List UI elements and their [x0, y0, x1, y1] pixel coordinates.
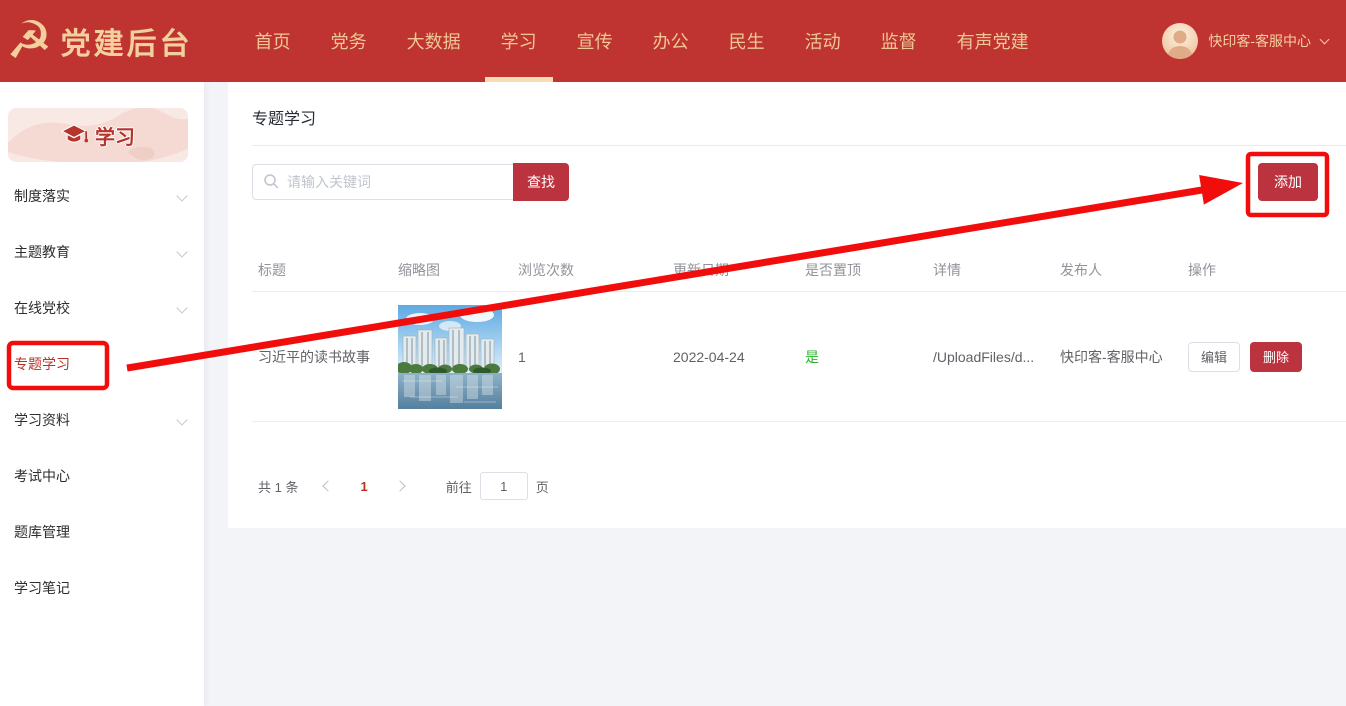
- nav-item-study[interactable]: 学习: [481, 0, 557, 82]
- nav-item-publicity[interactable]: 宣传: [557, 0, 633, 82]
- sidebar-menu: 制度落实 主题教育 在线党校 专题学习 学习资料 考试中心 题库: [0, 168, 204, 616]
- graduation-cap-icon: [61, 124, 88, 147]
- sidebar-item-exam-center[interactable]: 考试中心: [0, 448, 204, 504]
- page-title: 专题学习: [252, 105, 1346, 129]
- sidebar-item-online-party-school[interactable]: 在线党校: [0, 280, 204, 336]
- user-menu[interactable]: 快印客-客服中心: [1162, 23, 1328, 59]
- nav-item-office[interactable]: 办公: [633, 0, 709, 82]
- chevron-down-icon: [176, 414, 187, 425]
- cell-date: 2022-04-24: [667, 349, 799, 365]
- party-emblem-icon: ☭: [6, 15, 53, 67]
- sidebar-item-study-notes[interactable]: 学习笔记: [0, 560, 204, 616]
- table-header-row: 标题 缩略图 浏览次数 更新日期 是否置顶 详情 发布人 操作: [252, 249, 1346, 292]
- pagination-unit-label: 页: [536, 477, 549, 496]
- avatar: [1162, 23, 1198, 59]
- cell-thumbnail: [392, 305, 512, 409]
- col-header-detail: 详情: [927, 260, 1054, 280]
- chevron-right-icon[interactable]: [394, 480, 405, 491]
- nav-item-supervision[interactable]: 监督: [861, 0, 937, 82]
- nav-item-livelihood[interactable]: 民生: [709, 0, 785, 82]
- col-header-views: 浏览次数: [512, 260, 667, 280]
- pagination: 共 1 条 1 前往 页: [258, 472, 1346, 500]
- sidebar-item-label: 制度落实: [14, 186, 70, 206]
- sidebar-item-system-implementation[interactable]: 制度落实: [0, 168, 204, 224]
- col-header-date: 更新日期: [667, 260, 799, 280]
- topic-table: 标题 缩略图 浏览次数 更新日期 是否置顶 详情 发布人 操作 习近平的读书故事: [252, 249, 1346, 422]
- sidebar-item-label: 主题教育: [14, 242, 70, 262]
- col-header-pinned: 是否置顶: [799, 260, 927, 280]
- search-icon: [263, 173, 279, 189]
- search-button[interactable]: 查找: [513, 163, 569, 201]
- cell-pinned: 是: [799, 347, 927, 367]
- pagination-goto-label: 前往: [446, 477, 472, 496]
- cell-title: 习近平的读书故事: [252, 347, 392, 367]
- sidebar: 学习 制度落实 主题教育 在线党校 专题学习 学习资料 考: [0, 82, 204, 706]
- delete-button[interactable]: 删除: [1250, 342, 1302, 372]
- col-header-thumbnail: 缩略图: [392, 260, 512, 280]
- main-content: 专题学习 查找 添加 标题 缩略图 浏览次数 更新日期 是否置顶 详情 发布: [228, 82, 1346, 528]
- search-input[interactable]: [252, 164, 514, 200]
- chevron-down-icon: [176, 246, 187, 257]
- user-name: 快印客-客服中心: [1208, 31, 1311, 51]
- chevron-left-icon[interactable]: [323, 480, 334, 491]
- chevron-down-icon: [176, 190, 187, 201]
- nav-item-home[interactable]: 首页: [235, 0, 311, 82]
- cell-views: 1: [512, 349, 667, 365]
- sidebar-item-label: 考试中心: [14, 466, 70, 486]
- add-button[interactable]: 添加: [1258, 163, 1318, 201]
- pagination-total: 共 1 条: [258, 477, 298, 496]
- chevron-down-icon: [176, 302, 187, 313]
- col-header-title: 标题: [252, 260, 392, 280]
- sidebar-item-question-bank[interactable]: 题库管理: [0, 504, 204, 560]
- top-navbar: ☭ 党建后台 首页 党务 大数据 学习 宣传 办公 民生 活动 监督 有声党建: [0, 0, 1346, 82]
- sidebar-banner: 学习: [8, 108, 188, 162]
- nav-item-big-data[interactable]: 大数据: [387, 0, 481, 82]
- nav-item-activity[interactable]: 活动: [785, 0, 861, 82]
- sidebar-banner-label: 学习: [95, 121, 135, 150]
- sidebar-item-label: 在线党校: [14, 298, 70, 318]
- sidebar-item-study-materials[interactable]: 学习资料: [0, 392, 204, 448]
- app-title: 党建后台: [61, 19, 193, 63]
- app-logo: ☭ 党建后台: [4, 15, 193, 67]
- pagination-page-1[interactable]: 1: [360, 479, 367, 494]
- chevron-down-icon: [1320, 34, 1330, 44]
- sidebar-item-label: 学习笔记: [14, 578, 70, 598]
- cell-publisher: 快印客-客服中心: [1054, 347, 1182, 367]
- col-header-actions: 操作: [1182, 260, 1346, 280]
- app-root: ☭ 党建后台 首页 党务 大数据 学习 宣传 办公 民生 活动 监督 有声党建: [0, 0, 1346, 706]
- nav-item-party-affairs[interactable]: 党务: [311, 0, 387, 82]
- sidebar-item-theme-education[interactable]: 主题教育: [0, 224, 204, 280]
- divider: [252, 145, 1346, 146]
- table-row: 习近平的读书故事: [252, 292, 1346, 422]
- nav-item-audio-party[interactable]: 有声党建: [937, 0, 1049, 82]
- cell-detail: /UploadFiles/d...: [927, 349, 1054, 365]
- sidebar-item-label: 学习资料: [14, 410, 70, 430]
- thumbnail-image: [398, 305, 502, 409]
- sidebar-item-topic-study[interactable]: 专题学习: [0, 336, 204, 392]
- top-nav-menu: 首页 党务 大数据 学习 宣传 办公 民生 活动 监督 有声党建: [235, 0, 1049, 82]
- cell-actions: 编辑 删除: [1182, 342, 1346, 372]
- sidebar-item-label: 题库管理: [14, 522, 70, 542]
- edit-button[interactable]: 编辑: [1188, 342, 1240, 372]
- sidebar-item-label: 专题学习: [14, 354, 70, 374]
- col-header-publisher: 发布人: [1054, 260, 1182, 280]
- search-group: 查找: [252, 163, 569, 201]
- toolbar: 查找 添加: [252, 163, 1318, 201]
- pagination-goto-input[interactable]: [480, 472, 528, 500]
